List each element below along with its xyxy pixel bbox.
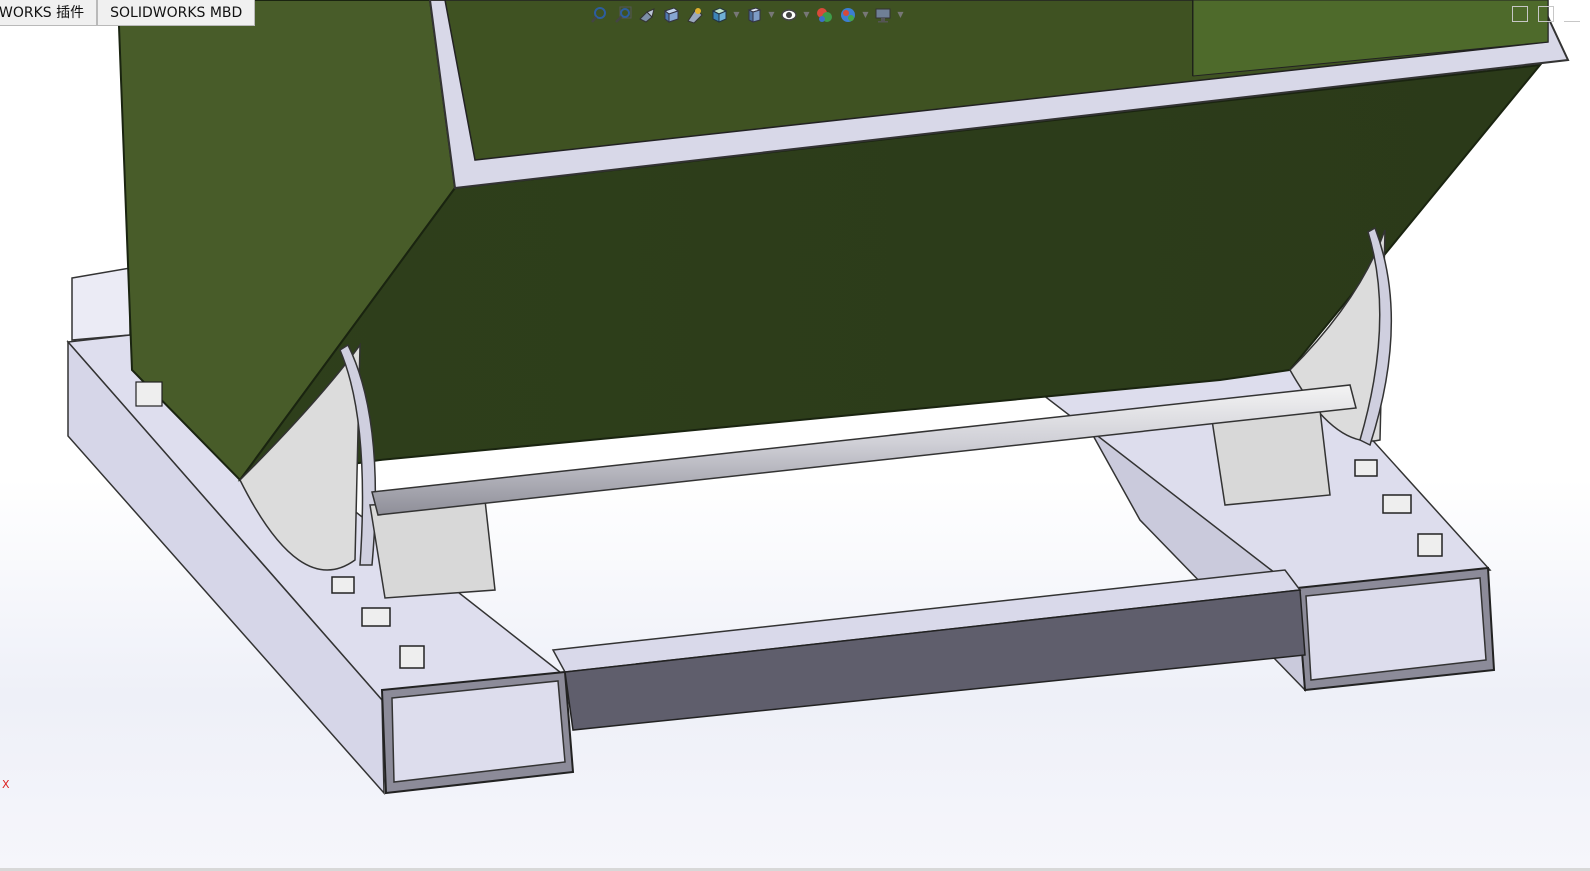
edit-appearance-icon[interactable] [813, 4, 835, 26]
apply-scene-icon[interactable] [837, 4, 859, 26]
hide-show-dropdown-icon[interactable]: ▼ [802, 4, 811, 26]
graphics-area[interactable] [0, 0, 1590, 871]
hide-show-items-icon[interactable] [778, 4, 800, 26]
previous-view-icon[interactable] [636, 4, 658, 26]
section-view-icon[interactable] [660, 4, 682, 26]
minimize-view-icon[interactable] [1564, 6, 1580, 22]
display-style-icon[interactable] [743, 4, 765, 26]
view-orientation-dropdown-icon[interactable]: ▼ [732, 4, 741, 26]
view-orientation-icon[interactable] [708, 4, 730, 26]
heads-up-view-toolbar: ▼ ▼ ▼ ▼ ▼ [588, 3, 905, 27]
3d-model-view[interactable] [0, 0, 1590, 871]
zoom-to-fit-icon[interactable] [588, 4, 610, 26]
zoom-to-area-icon[interactable] [612, 4, 634, 26]
apply-scene-dropdown-icon[interactable]: ▼ [861, 4, 870, 26]
tab-addins[interactable]: WORKS 插件 [0, 0, 98, 26]
tab-solidworks-mbd[interactable]: SOLIDWORKS MBD [97, 0, 256, 26]
cross-beam [551, 569, 1306, 731]
split-view-icon[interactable] [1512, 6, 1528, 22]
view-settings-dropdown-icon[interactable]: ▼ [896, 4, 905, 26]
command-manager-tabs: WORKS 插件 SOLIDWORKS MBD [0, 0, 256, 27]
tile-view-icon[interactable] [1538, 6, 1554, 22]
viewport-window-controls [1512, 6, 1580, 22]
axis-triad-x-label: X [2, 778, 10, 791]
dynamic-annotation-icon[interactable] [684, 4, 706, 26]
display-style-dropdown-icon[interactable]: ▼ [767, 4, 776, 26]
view-settings-icon[interactable] [872, 4, 894, 26]
